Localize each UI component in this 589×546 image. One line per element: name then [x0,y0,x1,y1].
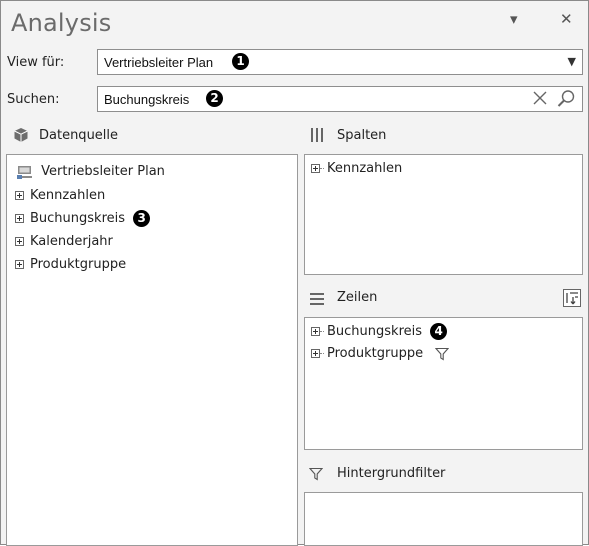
expand-icon[interactable] [15,237,24,246]
datasource-cube-icon [13,127,29,143]
columns-item-label: Kennzahlen [327,161,403,176]
rows-icon [309,291,325,305]
data-source-icon [17,165,33,179]
callout-badge-1: 1 [232,53,249,70]
chevron-down-icon[interactable]: ▼ [568,55,576,68]
tree-item-label: Produktgruppe [30,257,127,272]
tree-item-kalenderjahr[interactable]: Kalenderjahr [15,234,113,249]
view-label: View für: [7,55,65,70]
view-dropdown[interactable]: Vertriebsleiter Plan 1 ▼ [97,49,583,75]
search-label: Suchen: [7,92,60,107]
background-filter-dropzone[interactable] [304,492,583,546]
expand-icon[interactable] [15,214,24,223]
tree-root-label: Vertriebsleiter Plan [41,164,165,179]
rows-item-label: Produktgruppe [327,346,424,361]
close-icon: ✕ [560,10,573,28]
tree-item-buchungskreis[interactable]: Buchungskreis 3 [15,210,151,227]
callout-badge-4: 4 [430,323,448,340]
view-value: Vertriebsleiter Plan [104,55,214,70]
tree-item-kennzahlen[interactable]: Kennzahlen [15,188,105,203]
expand-icon[interactable] [311,349,320,358]
search-input[interactable]: Buchungskreis 2 [97,86,583,112]
tree-item-produktgruppe[interactable]: Produktgruppe [15,257,126,272]
rows-item-produktgruppe[interactable]: Produktgruppe [311,346,450,361]
clear-search-icon[interactable] [531,89,549,107]
analysis-panel: Analysis ▾ ✕ View für: Vertriebsleiter P… [0,0,589,546]
panel-title: Analysis [11,9,112,37]
tree-item-label: Kalenderjahr [30,234,113,249]
columns-label: Spalten [337,128,387,143]
swap-axes-icon[interactable] [562,288,582,308]
rows-item-buchungskreis[interactable]: Buchungskreis 4 [311,323,448,340]
columns-dropzone[interactable]: Kennzahlen [304,154,583,275]
background-filter-label: Hintergrundfilter [337,466,446,481]
tree-item-label: Buchungskreis [30,211,126,226]
rows-label: Zeilen [337,290,378,305]
expand-icon[interactable] [311,327,320,336]
datasource-label: Datenquelle [39,128,119,143]
datasource-tree[interactable]: Vertriebsleiter Plan Kennzahlen Buchungs… [6,154,298,546]
rows-item-label: Buchungskreis [327,324,423,339]
tree-item-label: Kennzahlen [30,188,106,203]
filter-icon[interactable] [435,347,450,361]
close-button[interactable]: ✕ [560,10,573,28]
expand-icon[interactable] [15,260,24,269]
expand-icon[interactable] [15,191,24,200]
panel-menu-button[interactable]: ▾ [510,10,518,28]
chevron-down-icon: ▾ [510,10,518,28]
search-icon[interactable] [556,89,576,109]
tree-root[interactable]: Vertriebsleiter Plan [17,164,165,179]
columns-icon [310,127,324,143]
rows-dropzone[interactable]: Buchungskreis 4 Produktgruppe [304,317,583,450]
columns-item-kennzahlen[interactable]: Kennzahlen [311,161,402,176]
callout-badge-2: 2 [206,90,223,107]
callout-badge-3: 3 [133,210,151,227]
expand-icon[interactable] [311,164,320,173]
search-value: Buchungskreis [104,92,190,107]
filter-icon [308,466,324,481]
